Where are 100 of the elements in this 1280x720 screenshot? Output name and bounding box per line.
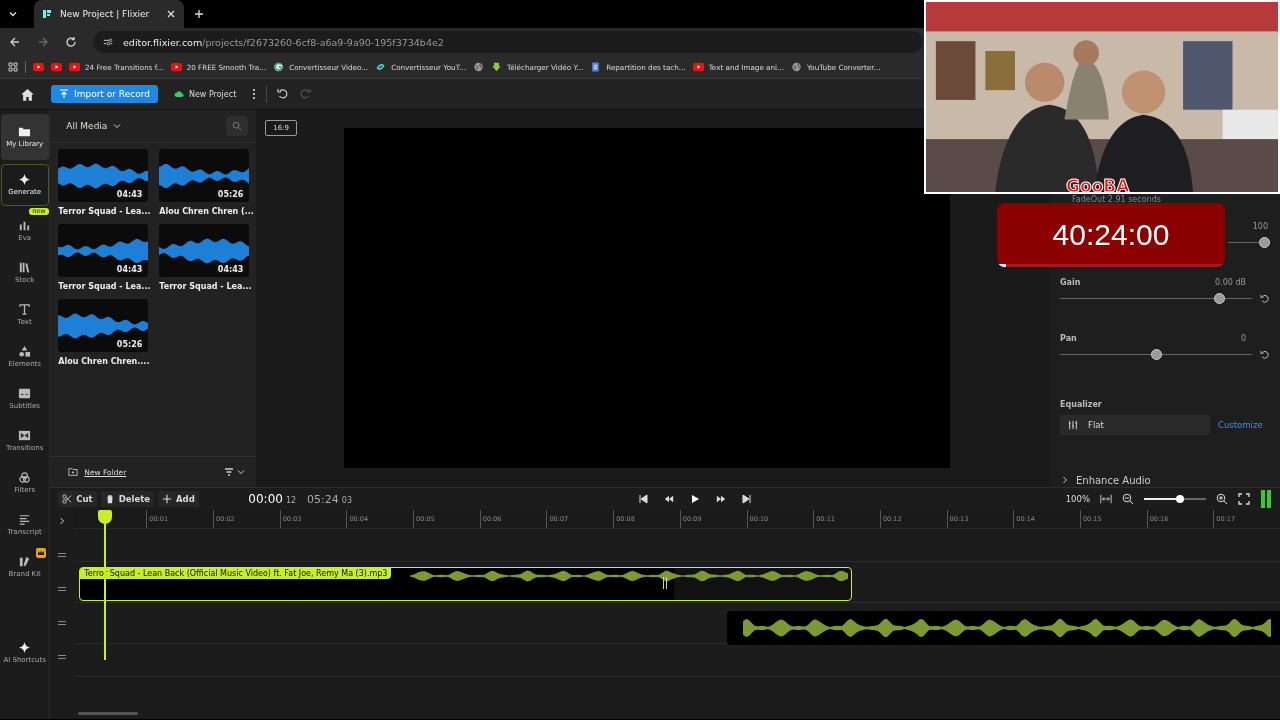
equalizer-label: Equalizer — [1060, 400, 1103, 409]
skip-end-icon[interactable] — [742, 494, 753, 504]
skip-start-icon[interactable] — [638, 494, 649, 504]
zoom-in-icon[interactable] — [1216, 493, 1228, 505]
new-project-button[interactable]: New Project — [167, 88, 243, 100]
reset-icon[interactable] — [1260, 293, 1270, 304]
clip-title: Terror Squad - Lean Back (Official Music Video) ft. Fat Joe, Remy Ma (3).mp3 — [80, 568, 392, 579]
play-logo-icon — [69, 62, 80, 72]
address-field[interactable]: editor.flixier.com/projects/f2673260-6cf8-a6a9-9a90-195f3734b4e2 — [93, 31, 923, 53]
subtitles-icon — [18, 387, 32, 401]
bookmark[interactable] — [51, 62, 62, 72]
more-icon[interactable] — [252, 88, 257, 100]
site-settings-icon[interactable] — [103, 37, 113, 47]
slider-thumb[interactable] — [1176, 495, 1185, 503]
import-button[interactable]: Import or Record — [51, 85, 158, 103]
equalizer-preset-dropdown[interactable]: Flat — [1060, 415, 1210, 435]
back-icon[interactable] — [9, 36, 21, 48]
drag-handle-icon[interactable] — [57, 652, 68, 662]
globe-icon — [473, 62, 485, 72]
duration-label: 04:43 — [215, 265, 246, 274]
timer-text: 40:24:00 — [1052, 218, 1170, 252]
duration-label: 04:43 — [114, 190, 145, 199]
transition-icon — [18, 429, 32, 443]
sparkle-icon — [18, 173, 32, 187]
fade-out-text: FadeOut 2.91 seconds — [1072, 195, 1161, 204]
section-title[interactable]: Enhance Audio — [1076, 474, 1151, 486]
trim-handle-icon[interactable] — [662, 577, 669, 589]
folder-plus-icon — [68, 467, 79, 477]
close-icon[interactable] — [166, 9, 176, 19]
chart-icon — [18, 219, 32, 233]
document-icon — [590, 62, 602, 72]
reset-icon[interactable] — [1260, 349, 1270, 360]
tab-title: New Project | Flixier — [60, 9, 151, 19]
bookmark[interactable] — [33, 62, 44, 72]
fit-width-icon[interactable] — [1100, 493, 1112, 505]
total-duration: 05:24 — [307, 493, 339, 506]
zoom-out-icon[interactable] — [1122, 493, 1134, 505]
rewind-icon[interactable] — [664, 494, 675, 504]
shapes-icon — [18, 345, 32, 359]
level-meter-icon — [1260, 490, 1272, 508]
add-button[interactable]: Add — [158, 491, 199, 507]
audio-thumbnail[interactable]: 04:43 — [58, 149, 149, 202]
reload-icon[interactable] — [65, 36, 77, 48]
browser-tab[interactable]: New Project | Flixier — [34, 0, 184, 28]
control-label: Gain — [1060, 278, 1081, 287]
tab-list-icon[interactable] — [8, 9, 18, 19]
plus-icon — [162, 494, 172, 504]
globe-icon — [790, 62, 802, 72]
sparkle-icon — [18, 641, 32, 655]
undo-icon[interactable] — [277, 88, 290, 100]
audio-clip[interactable] — [727, 611, 1280, 645]
bookmark[interactable] — [473, 62, 485, 72]
slider-thumb[interactable] — [1213, 293, 1225, 304]
text-icon — [18, 303, 32, 317]
fast-forward-icon[interactable] — [716, 494, 727, 504]
audio-thumbnail[interactable]: 05:26 — [159, 149, 250, 202]
brush-icon — [18, 555, 32, 569]
slider-thumb[interactable] — [1150, 349, 1162, 360]
play-logo-icon — [33, 62, 44, 72]
slider-thumb[interactable] — [1259, 237, 1270, 248]
drag-handle-icon[interactable] — [57, 550, 68, 560]
audio-clip[interactable]: Terror Squad - Lean Back (Official Music Video) ft. Fat Joe, Remy Ma (3).mp3 — [79, 567, 853, 601]
home-icon[interactable] — [20, 86, 35, 102]
play-logo-icon — [170, 62, 182, 72]
apps-grid-icon[interactable] — [8, 62, 18, 72]
g-logo-icon — [273, 62, 285, 72]
control-value: 0 — [1240, 334, 1246, 343]
cut-button[interactable]: Cut — [58, 491, 97, 507]
books-icon — [18, 261, 32, 275]
fullscreen-icon[interactable] — [1238, 493, 1250, 505]
drag-handle-icon[interactable] — [57, 618, 68, 628]
control-value: 0.00 dB — [1215, 278, 1246, 287]
customize-link[interactable]: Customize — [1218, 420, 1263, 430]
media-title: Alou Chren Chren.... — [58, 357, 149, 366]
delete-button[interactable]: Delete — [100, 491, 154, 507]
search-button[interactable] — [226, 116, 249, 136]
zoom-percent: 100% — [1065, 494, 1090, 504]
folder-icon — [18, 125, 32, 139]
chevron-right-icon[interactable] — [1060, 475, 1070, 485]
media-filter-dropdown[interactable]: All Media — [60, 120, 129, 132]
audio-thumbnail[interactable]: 05:26 — [58, 299, 149, 352]
lines-icon — [18, 513, 32, 527]
swirl-icon — [375, 62, 387, 72]
current-time: 00:00 — [248, 492, 283, 506]
drag-handle-icon[interactable] — [57, 584, 68, 594]
scrollbar[interactable] — [78, 712, 139, 715]
scissors-icon — [62, 494, 73, 504]
audio-thumbnail[interactable]: 04:43 — [58, 224, 149, 277]
duration-frames: 03 — [341, 496, 352, 505]
duration-label: 04:43 — [114, 265, 145, 274]
cloud-icon — [173, 89, 184, 99]
duration-label: 05:26 — [215, 190, 246, 199]
play-icon[interactable] — [690, 494, 701, 504]
new-tab-icon[interactable] — [194, 9, 204, 19]
duration-label: 05:26 — [114, 340, 145, 349]
play-logo-icon — [692, 62, 704, 72]
volume-value: 100 — [1252, 222, 1268, 231]
audio-thumbnail[interactable]: 04:43 — [159, 224, 250, 277]
forward-icon[interactable] — [37, 36, 49, 48]
sort-icon[interactable] — [224, 467, 247, 477]
